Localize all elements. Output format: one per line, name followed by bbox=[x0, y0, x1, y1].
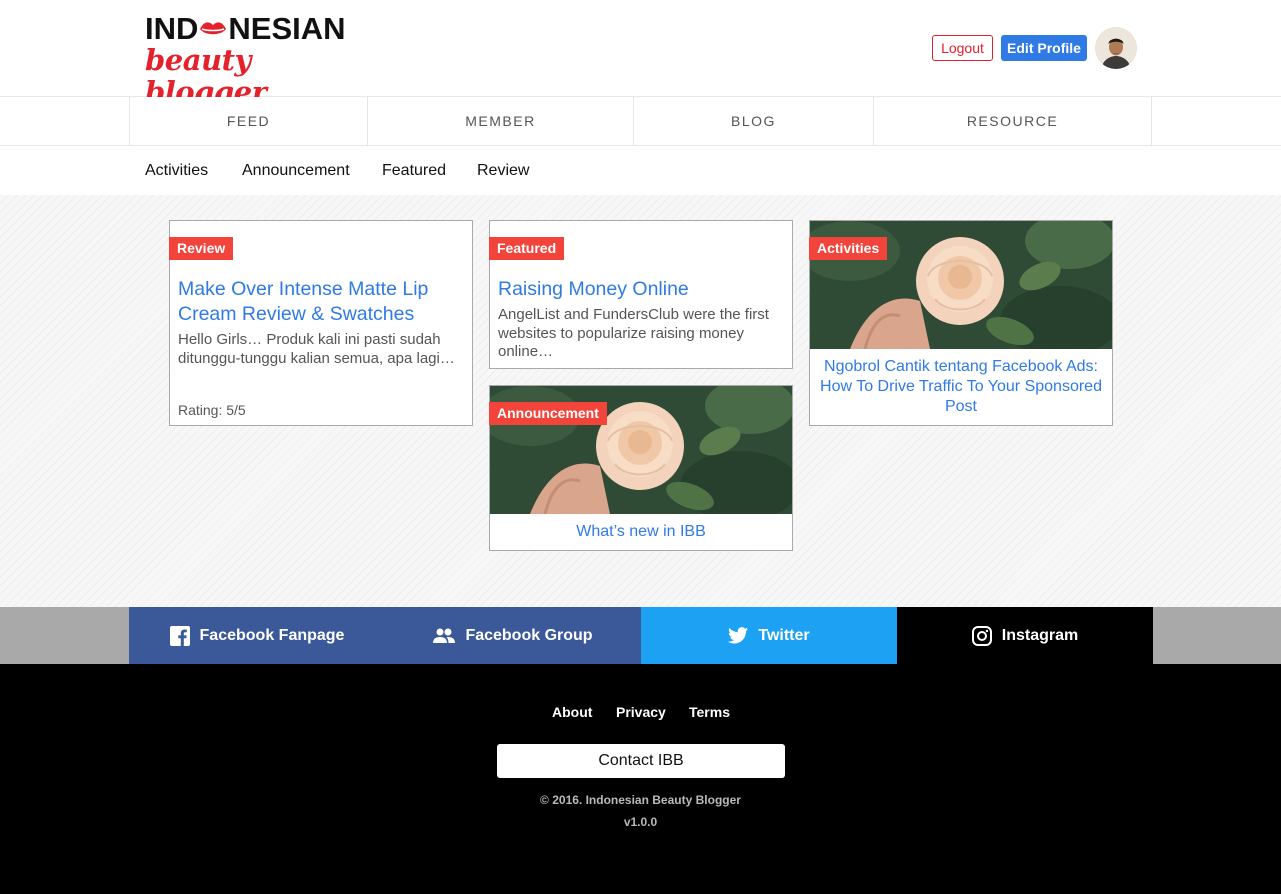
subnav-item-featured[interactable]: Featured bbox=[382, 162, 446, 180]
site-logo[interactable]: IND NESIAN beauty blogger bbox=[145, 11, 355, 109]
twitter-link[interactable]: Twitter bbox=[641, 607, 897, 664]
subnav-item-activities[interactable]: Activities bbox=[145, 162, 208, 180]
instagram-link[interactable]: Instagram bbox=[897, 607, 1153, 664]
site-footer: About Privacy Terms Contact IBB © 2016. … bbox=[0, 664, 1281, 894]
post-rating: Rating: 5/5 bbox=[178, 402, 246, 418]
footer-link-privacy[interactable]: Privacy bbox=[616, 704, 666, 720]
category-badge[interactable]: Announcement bbox=[489, 402, 607, 425]
social-bar: Facebook Fanpage Facebook Group Twitter … bbox=[0, 607, 1281, 664]
post-excerpt: AngelList and FundersClub were the first… bbox=[498, 306, 769, 360]
avatar-icon bbox=[1095, 27, 1137, 69]
social-label: Facebook Fanpage bbox=[199, 626, 345, 644]
tab-resource[interactable]: RESOURCE bbox=[873, 97, 1152, 145]
facebook-fanpage-link[interactable]: Facebook Fanpage bbox=[129, 607, 385, 664]
tab-feed[interactable]: FEED bbox=[129, 97, 367, 145]
category-badge[interactable]: Featured bbox=[489, 237, 565, 260]
logo-text-top-b: NESIAN bbox=[228, 11, 346, 46]
subnav-item-announcement[interactable]: Announcement bbox=[242, 162, 350, 180]
post-title[interactable]: What’s new in IBB bbox=[490, 522, 792, 542]
instagram-icon bbox=[971, 625, 992, 646]
post-card-featured[interactable]: Featured Raising Money Online AngelList … bbox=[489, 220, 793, 369]
social-label: Twitter bbox=[758, 626, 810, 644]
post-title[interactable]: Raising Money Online bbox=[498, 277, 783, 302]
facebook-icon bbox=[169, 625, 190, 646]
edit-profile-button[interactable]: Edit Profile bbox=[1001, 35, 1087, 61]
main-nav: FEED MEMBER BLOG RESOURCE bbox=[0, 97, 1281, 146]
post-card-review[interactable]: Review Make Over Intense Matte Lip Cream… bbox=[169, 220, 473, 426]
footer-link-about[interactable]: About bbox=[552, 704, 592, 720]
version-text: v1.0.0 bbox=[623, 815, 658, 829]
contact-button[interactable]: Contact IBB bbox=[497, 744, 785, 778]
subnav-item-review[interactable]: Review bbox=[477, 162, 529, 180]
tab-blog[interactable]: BLOG bbox=[633, 97, 873, 145]
feed-content: Review Make Over Intense Matte Lip Cream… bbox=[0, 195, 1281, 607]
category-badge[interactable]: Activities bbox=[809, 237, 888, 260]
copyright-text: © 2016. Indonesian Beauty Blogger bbox=[540, 793, 741, 807]
tab-member[interactable]: MEMBER bbox=[367, 97, 633, 145]
social-label: Facebook Group bbox=[465, 626, 593, 644]
logo-text-top-a: IND bbox=[145, 11, 199, 46]
lips-icon bbox=[200, 22, 227, 35]
post-card-activities[interactable]: Activities Ngobrol Cantik tentang Facebo… bbox=[809, 220, 1113, 426]
facebook-group-link[interactable]: Facebook Group bbox=[385, 607, 641, 664]
site-header: IND NESIAN beauty blogger Logout Edit Pr… bbox=[0, 0, 1281, 109]
group-icon bbox=[433, 628, 456, 643]
post-card-announcement[interactable]: Announcement What’s new in IBB bbox=[489, 385, 793, 551]
post-title[interactable]: Ngobrol Cantik tentang Facebook Ads: How… bbox=[810, 357, 1112, 417]
category-badge[interactable]: Review bbox=[169, 237, 234, 260]
social-label: Instagram bbox=[1001, 626, 1079, 644]
footer-link-terms[interactable]: Terms bbox=[689, 704, 730, 720]
sub-nav: Activities Announcement Featured Review bbox=[0, 146, 1281, 195]
avatar[interactable] bbox=[1095, 27, 1137, 69]
post-excerpt: Hello Girls… Produk kali ini pasti sudah… bbox=[178, 331, 455, 367]
twitter-icon bbox=[728, 627, 749, 644]
logout-button[interactable]: Logout bbox=[932, 35, 993, 61]
post-title[interactable]: Make Over Intense Matte Lip Cream Review… bbox=[178, 277, 463, 327]
